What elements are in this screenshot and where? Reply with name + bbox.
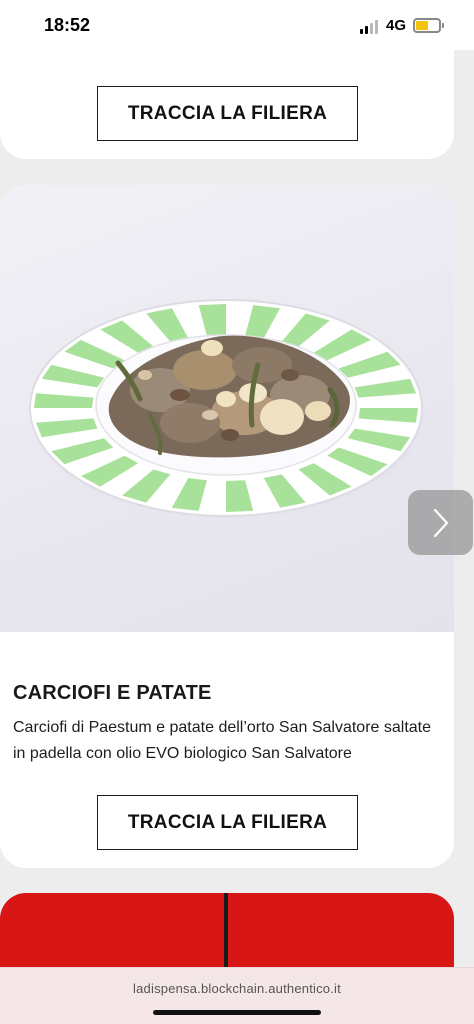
chevron-right-icon [433, 508, 448, 537]
carousel-next-button[interactable] [408, 490, 473, 555]
product-description: Carciofi di Paestum e patate dell’orto S… [13, 719, 432, 762]
trace-supply-chain-button[interactable]: TRACCIA LA FILIERA [97, 86, 358, 141]
trace-supply-chain-button[interactable]: TRACCIA LA FILIERA [97, 795, 358, 850]
battery-fill [416, 21, 429, 30]
battery-icon [413, 18, 441, 33]
url-text[interactable]: ladispensa.blockchain.authentico.it [0, 981, 474, 996]
browser-url-bar[interactable]: ladispensa.blockchain.authentico.it [0, 967, 474, 1024]
status-bar: 18:52 4G [0, 0, 474, 50]
network-label: 4G [386, 17, 407, 34]
battery-tip [442, 23, 444, 28]
dish-illustration [28, 299, 428, 519]
status-time: 18:52 [44, 15, 91, 35]
product-card: CARCIOFI E PATATE Carciofi di Paestum e … [0, 185, 454, 868]
signal-icon [360, 20, 380, 34]
dish-photo [0, 185, 454, 632]
product-title: CARCIOFI E PATATE [13, 682, 212, 704]
home-indicator [153, 1010, 321, 1015]
